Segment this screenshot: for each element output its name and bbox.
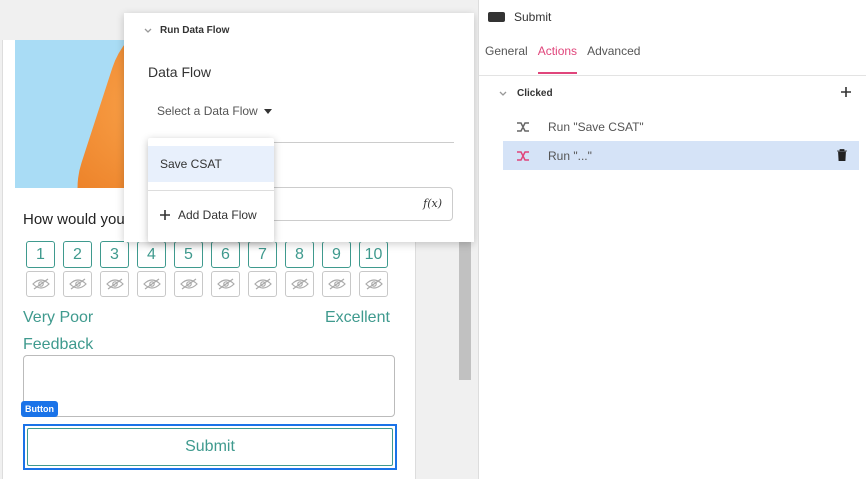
eye-off-icon[interactable] xyxy=(211,271,240,297)
data-flow-icon xyxy=(516,121,530,133)
component-type-badge: Button xyxy=(21,401,58,417)
data-flow-dropdown: Save CSAT Add Data Flow xyxy=(148,138,274,242)
add-action-button[interactable] xyxy=(841,84,851,102)
eye-off-icon[interactable] xyxy=(100,271,129,297)
question-text: How would you xyxy=(23,211,125,228)
data-flow-label: Data Flow xyxy=(148,64,212,80)
rating-option[interactable]: 8 xyxy=(285,241,314,268)
caret-down-icon xyxy=(263,108,272,114)
action-row[interactable]: Run "Save CSAT" xyxy=(503,112,859,141)
submit-button[interactable]: Submit xyxy=(23,424,397,470)
dropdown-option-save-csat[interactable]: Save CSAT xyxy=(148,146,274,182)
rating-cell: 2 xyxy=(63,241,92,297)
rating-option[interactable]: 2 xyxy=(63,241,92,268)
rating-option[interactable]: 9 xyxy=(322,241,351,268)
eye-off-icon[interactable] xyxy=(359,271,388,297)
feedback-label: Feedback xyxy=(23,336,94,353)
button-component-icon xyxy=(488,12,505,22)
rating-scale: (function(){ const d = JSON.parse(docume… xyxy=(26,241,388,297)
eye-off-icon[interactable] xyxy=(26,271,55,297)
rating-option[interactable]: 6 xyxy=(211,241,240,268)
eye-off-icon[interactable] xyxy=(63,271,92,297)
eye-off-icon[interactable] xyxy=(248,271,277,297)
tab-actions[interactable]: Actions xyxy=(537,44,578,74)
action-row-selected[interactable]: Run "..." xyxy=(503,141,859,170)
rating-cell: 8 xyxy=(285,241,314,297)
eye-off-icon[interactable] xyxy=(137,271,166,297)
rating-cell: 7 xyxy=(248,241,277,297)
data-flow-select[interactable]: Select a Data Flow xyxy=(157,104,272,118)
action-label: Run "..." xyxy=(548,148,592,163)
popover-title: Run Data Flow xyxy=(160,25,230,36)
plus-icon xyxy=(841,87,851,97)
select-placeholder: Select a Data Flow xyxy=(157,104,258,118)
properties-panel: Submit General Actions Advanced Clicked … xyxy=(478,0,866,479)
event-clicked-header[interactable]: Clicked xyxy=(499,88,553,99)
rating-cell: 4 xyxy=(137,241,166,297)
feedback-textarea[interactable] xyxy=(23,355,395,417)
eye-off-icon[interactable] xyxy=(322,271,351,297)
eye-off-icon[interactable] xyxy=(174,271,203,297)
add-data-flow-button[interactable]: Add Data Flow xyxy=(160,208,257,222)
expression-input[interactable]: f(x) xyxy=(264,187,453,221)
rating-cell: 6 xyxy=(211,241,240,297)
tab-general[interactable]: General xyxy=(485,44,528,74)
eye-off-icon[interactable] xyxy=(285,271,314,297)
scale-high-label: Excellent xyxy=(325,309,390,326)
scale-low-label: Very Poor xyxy=(23,309,94,326)
chevron-down-icon xyxy=(499,91,507,96)
rating-cell: 9 xyxy=(322,241,351,297)
panel-title: Submit xyxy=(514,10,552,24)
action-label: Run "Save CSAT" xyxy=(548,119,644,134)
panel-tabs: General Actions Advanced xyxy=(485,44,640,74)
rating-option[interactable]: 3 xyxy=(100,241,129,268)
tab-advanced[interactable]: Advanced xyxy=(587,44,640,74)
rating-option[interactable]: 7 xyxy=(248,241,277,268)
rating-option[interactable]: 5 xyxy=(174,241,203,268)
trash-icon[interactable] xyxy=(837,149,847,164)
rating-cell: 10 xyxy=(359,241,388,297)
function-icon[interactable]: f(x) xyxy=(423,197,442,210)
rating-cell: 3 xyxy=(100,241,129,297)
divider xyxy=(479,75,866,76)
chevron-down-icon xyxy=(144,28,152,33)
rating-cell: 5 xyxy=(174,241,203,297)
divider xyxy=(148,190,274,191)
panel-header: Submit xyxy=(488,10,551,24)
data-flow-icon xyxy=(516,150,530,162)
rating-cell: 1 xyxy=(26,241,55,297)
event-label: Clicked xyxy=(517,88,553,99)
rating-option[interactable]: 10 xyxy=(359,241,388,268)
rating-option[interactable]: 4 xyxy=(137,241,166,268)
plus-icon xyxy=(160,210,170,220)
add-data-flow-label: Add Data Flow xyxy=(178,208,257,222)
rating-option[interactable]: 1 xyxy=(26,241,55,268)
popover-header[interactable]: Run Data Flow xyxy=(144,25,229,36)
